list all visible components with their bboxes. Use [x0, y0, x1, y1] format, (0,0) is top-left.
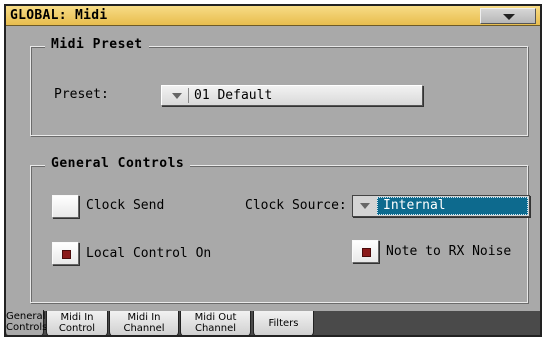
preset-dropdown[interactable]: 01 Default: [161, 85, 423, 106]
note-to-rx-noise-checkbox[interactable]: [352, 240, 379, 263]
tab-filters[interactable]: Filters: [253, 311, 314, 335]
clock-send-checkbox[interactable]: [52, 195, 79, 218]
tab-midi-in-channel[interactable]: Midi In Channel: [109, 311, 179, 335]
clock-source-label: Clock Source:: [245, 198, 347, 213]
clock-source-value: Internal: [383, 198, 446, 213]
global-midi-window: GLOBAL: Midi Midi Preset Preset: 01 Defa…: [4, 4, 542, 337]
preset-value: 01 Default: [194, 88, 273, 103]
title-bar: GLOBAL: Midi: [6, 6, 540, 26]
tab-label-line1: General: [6, 311, 46, 322]
local-control-on-label: Local Control On: [86, 246, 212, 261]
tab-midi-out-channel[interactable]: Midi Out Channel: [180, 311, 251, 335]
tab-label-line1: Midi In: [127, 312, 161, 323]
tab-label-line1: Midi In: [60, 312, 94, 323]
note-to-rx-noise-label: Note to RX Noise: [386, 244, 512, 259]
preset-label: Preset:: [54, 87, 109, 102]
triangle-down-icon: [503, 14, 515, 20]
page-menu-button[interactable]: [480, 8, 536, 24]
tab-label-line1: Midi Out: [194, 312, 237, 323]
checked-mark-icon: [62, 250, 71, 259]
clock-source-dropdown[interactable]: Internal: [352, 195, 530, 217]
dropdown-separator: [188, 88, 189, 103]
general-controls-group-label: General Controls: [45, 156, 191, 171]
local-control-on-checkbox[interactable]: [52, 242, 79, 265]
dropdown-arrow-icon: [360, 203, 370, 209]
tab-midi-in-control[interactable]: Midi In Control: [46, 311, 108, 335]
clock-source-selection: Internal: [377, 197, 528, 215]
checked-mark-icon: [362, 248, 371, 257]
clock-send-label: Clock Send: [86, 198, 165, 213]
tab-label-line2: Channel: [194, 323, 237, 334]
page-title: GLOBAL: Midi: [10, 8, 108, 23]
tab-label-line2: Control: [58, 323, 96, 334]
tab-general-controls[interactable]: General Controls: [6, 310, 48, 335]
dropdown-arrow-icon: [172, 93, 182, 99]
general-controls-group: General Controls: [30, 156, 528, 303]
midi-preset-group-label: Midi Preset: [45, 37, 149, 52]
tab-label-line1: Filters: [268, 318, 299, 329]
tab-label-line2: Controls: [6, 322, 48, 333]
tab-label-line2: Channel: [123, 323, 165, 334]
